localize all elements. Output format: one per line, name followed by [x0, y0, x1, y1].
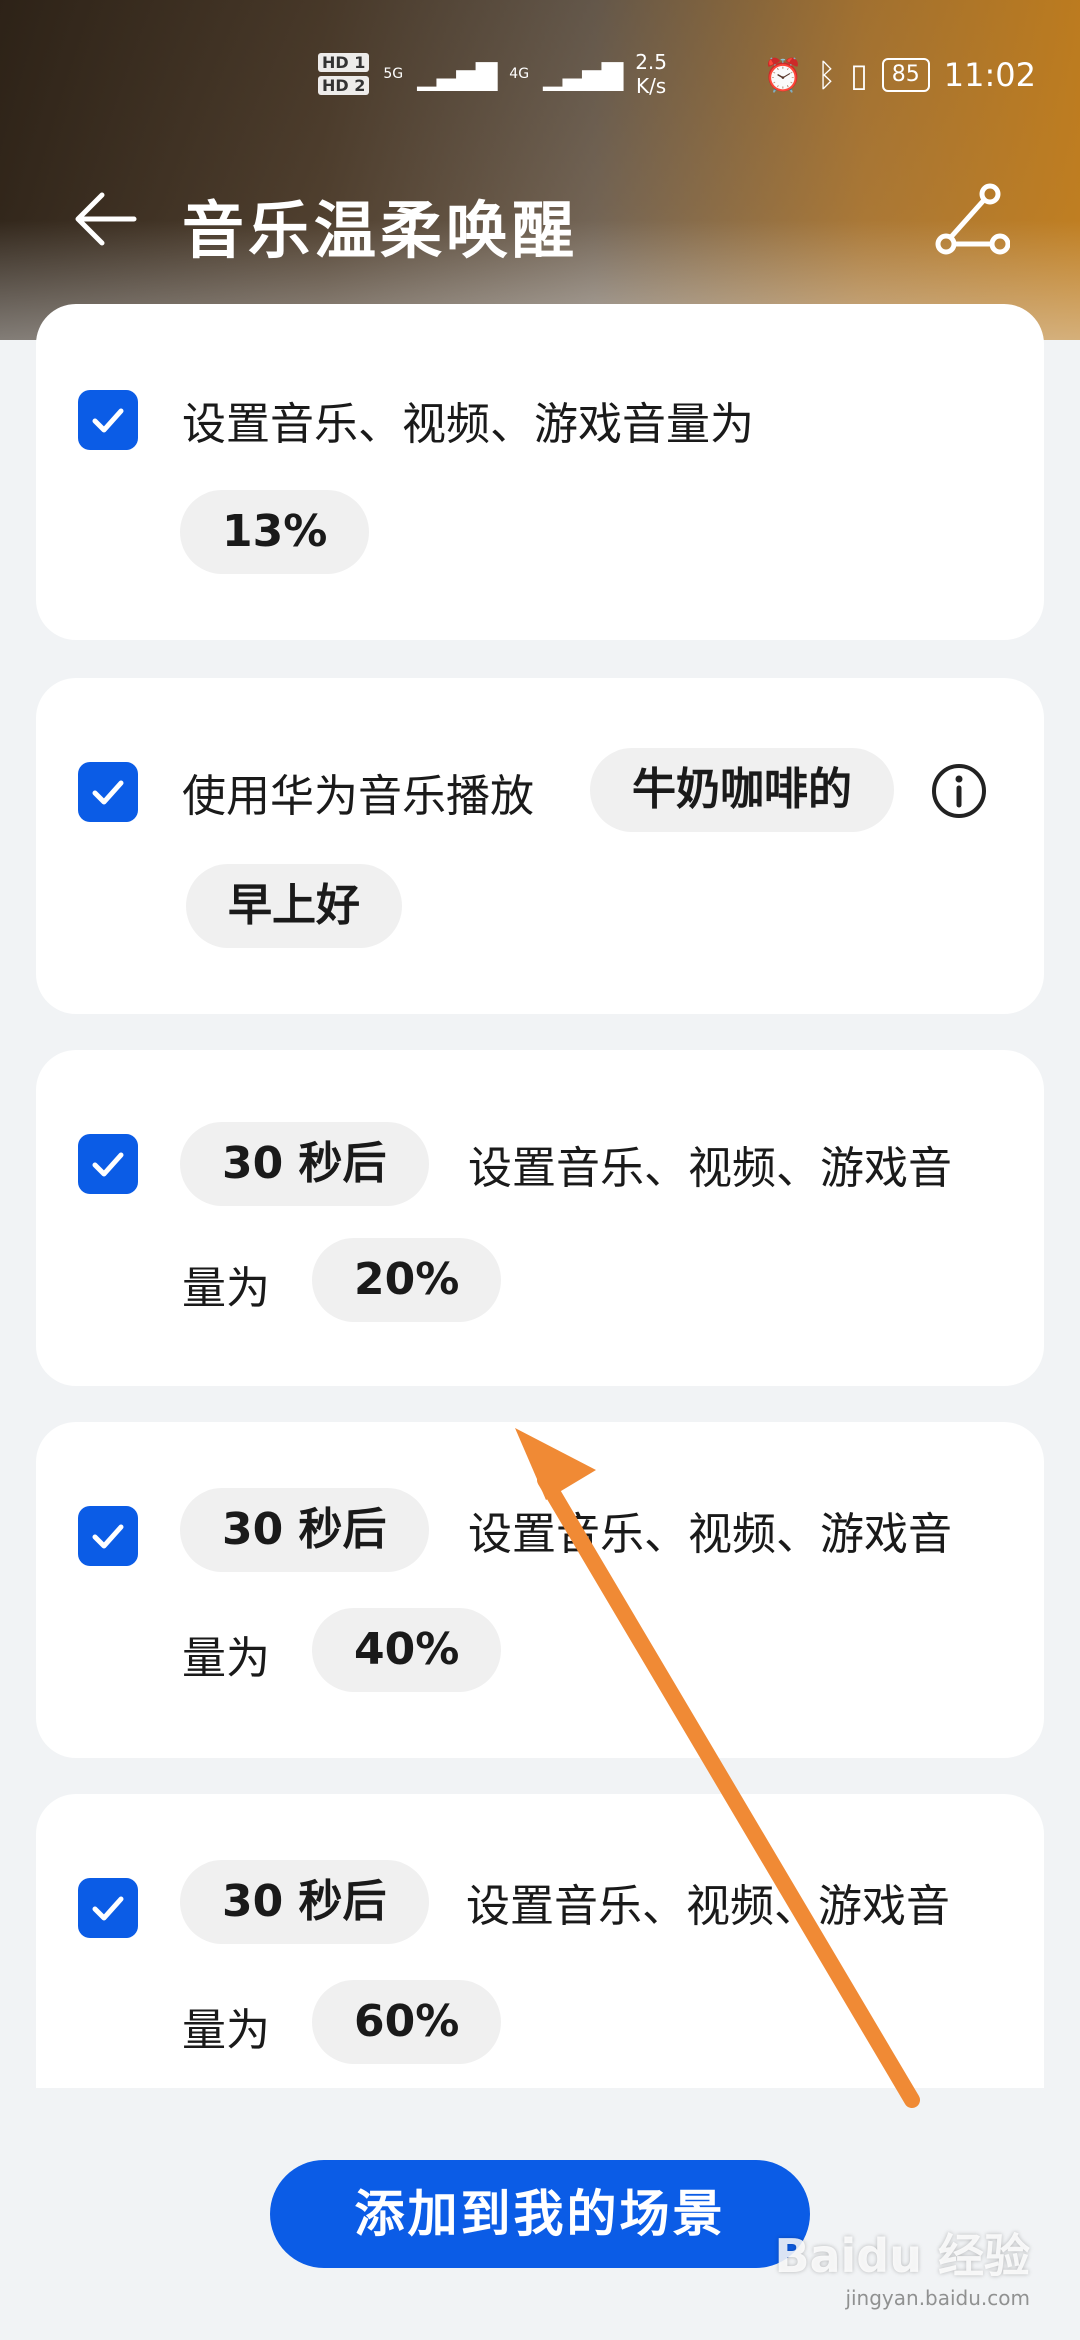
hd-indicators: HD 1 HD 2: [318, 53, 370, 95]
song-pill-continued[interactable]: 早上好: [186, 864, 402, 948]
delay-pill[interactable]: 30 秒后: [180, 1860, 429, 1944]
net2-label: 4G: [509, 66, 530, 82]
checkmark-icon: [92, 408, 124, 433]
title-bar: 音乐温柔唤醒: [0, 170, 1080, 270]
status-left: HD 1 HD 2 5G ▁▃▅▇ 4G ▁▃▅▇ 2.5 K/s: [318, 50, 667, 98]
baidu-watermark: Baidu 经验 jingyan.baidu.com: [774, 2220, 1030, 2310]
action-checkbox[interactable]: [78, 1878, 138, 1938]
action-checkbox[interactable]: [78, 762, 138, 822]
net1-label: 5G: [383, 66, 404, 82]
page-title: 音乐温柔唤醒: [182, 194, 579, 267]
watermark-text: Baidu 经验: [774, 2229, 1030, 2283]
action-checkbox[interactable]: [78, 1134, 138, 1194]
action-card-delay-60: 30 秒后 设置音乐、视频、游戏音 量为 60%: [36, 1794, 1044, 2094]
action-card-music: 使用华为音乐播放 牛奶咖啡的 早上好: [36, 678, 1044, 1014]
battery-icon: 85: [881, 58, 930, 92]
bluetooth-icon: ᛒ: [816, 56, 837, 94]
delay-pill[interactable]: 30 秒后: [180, 1122, 429, 1206]
volume-pill[interactable]: 60%: [312, 1980, 502, 2064]
vibrate-icon: ▯: [850, 56, 868, 94]
volume-pill[interactable]: 20%: [312, 1238, 502, 1322]
action-card-delay-20: 30 秒后 设置音乐、视频、游戏音 量为 20%: [36, 1050, 1044, 1386]
delay-pill[interactable]: 30 秒后: [180, 1488, 429, 1572]
song-pill[interactable]: 牛奶咖啡的: [590, 748, 894, 832]
watermark-url: jingyan.baidu.com: [845, 2286, 1030, 2310]
action-text: 设置音乐、视频、游戏音: [468, 1509, 952, 1560]
action-card-delay-40: 30 秒后 设置音乐、视频、游戏音 量为 40%: [36, 1422, 1044, 1758]
action-card-volume: 设置音乐、视频、游戏音量为 13%: [36, 304, 1044, 640]
action-checkbox[interactable]: [78, 1506, 138, 1566]
action-text: 使用华为音乐播放: [182, 771, 534, 822]
action-checkbox[interactable]: [78, 390, 138, 450]
alarm-icon: ⏰: [763, 56, 803, 94]
checkmark-icon: [92, 1896, 124, 1921]
back-arrow-icon[interactable]: [70, 184, 140, 254]
status-right: ⏰ ᛒ ▯ 85 11:02: [763, 56, 1036, 94]
net-speed-unit: K/s: [635, 74, 667, 98]
net-speed-value: 2.5: [635, 50, 667, 74]
checkmark-icon: [92, 1152, 124, 1177]
action-text-continued: 量为: [182, 2005, 270, 2056]
status-bar: HD 1 HD 2 5G ▁▃▅▇ 4G ▁▃▅▇ 2.5 K/s ⏰ ᛒ ▯ …: [0, 40, 1080, 110]
info-icon[interactable]: [930, 762, 988, 820]
signal-icon-2: ▁▃▅▇: [543, 57, 623, 91]
share-icon[interactable]: [934, 182, 1010, 258]
volume-pill[interactable]: 40%: [312, 1608, 502, 1692]
clock: 11:02: [943, 56, 1036, 94]
volume-pill[interactable]: 13%: [180, 490, 370, 574]
signal-icon: ▁▃▅▇: [417, 57, 497, 91]
action-text-continued: 量为: [182, 1633, 270, 1684]
hd2-indicator: HD 2: [318, 76, 370, 95]
action-text: 设置音乐、视频、游戏音: [466, 1881, 950, 1932]
action-text-continued: 量为: [182, 1263, 270, 1314]
action-text: 设置音乐、视频、游戏音量为: [182, 399, 754, 450]
checkmark-icon: [92, 1524, 124, 1549]
hd1-indicator: HD 1: [318, 53, 370, 72]
add-to-my-scenes-button[interactable]: 添加到我的场景: [270, 2160, 810, 2268]
checkmark-icon: [92, 780, 124, 805]
action-text: 设置音乐、视频、游戏音: [468, 1143, 952, 1194]
net-speed: 2.5 K/s: [635, 50, 667, 98]
